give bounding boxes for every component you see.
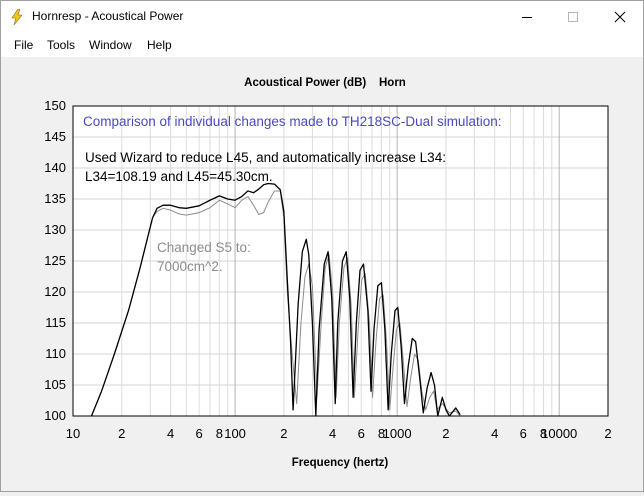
close-button[interactable] <box>597 1 643 33</box>
minimize-icon <box>522 17 532 18</box>
s5-note-line-2: 7000cm^2. <box>157 259 223 274</box>
menu-window[interactable]: Window <box>89 38 132 52</box>
chart-area: Acoustical Power (dB) Horn 100 105 110 115 1… <box>1 57 643 491</box>
comparison-heading: Comparison of individual changes made to… <box>83 114 501 129</box>
x-tick-label: 6 <box>520 426 527 441</box>
chart-title: Acoustical Power (dB) Horn <box>244 77 406 89</box>
y-tick-label: 135 <box>44 191 66 206</box>
s5-note-line-1: Changed S5 to: <box>157 240 251 255</box>
menu-help[interactable]: Help <box>147 38 172 52</box>
maximize-button[interactable] <box>550 1 596 33</box>
window-title: Hornresp - Acoustical Power <box>32 9 184 23</box>
y-tick-label: 100 <box>44 408 66 423</box>
y-tick-label: 115 <box>45 315 66 330</box>
y-tick-label: 110 <box>45 346 66 361</box>
x-tick-label: 6 <box>195 426 202 441</box>
lightning-bolt-icon <box>11 9 23 25</box>
menu-tools[interactable]: Tools <box>47 38 75 52</box>
maximize-icon <box>568 12 578 22</box>
y-tick-label: 125 <box>44 253 66 268</box>
minimize-button[interactable] <box>504 1 550 33</box>
x-tick-label: 4 <box>329 426 336 441</box>
y-tick-label: 150 <box>44 98 66 113</box>
close-icon <box>614 11 626 23</box>
x-tick-label: 2 <box>442 426 449 441</box>
x-tick-label: 2 <box>118 426 125 441</box>
y-tick-label: 105 <box>44 377 66 392</box>
menu-file[interactable]: File <box>14 38 33 52</box>
x-tick-label: 2 <box>280 426 287 441</box>
x-tick-label: 10000 <box>541 426 577 441</box>
hornresp-window: Hornresp - Acoustical Power File Tools W… <box>0 0 644 492</box>
acoustical-power-chart: Acoustical Power (dB) Horn 100 105 110 115 1… <box>44 77 611 469</box>
x-axis-label: Frequency (hertz) <box>292 457 389 469</box>
menu-bar: File Tools Window Help <box>1 33 643 57</box>
x-tick-label: 10 <box>66 426 80 441</box>
y-tick-label: 140 <box>44 160 66 175</box>
y-tick-label: 145 <box>44 129 66 144</box>
x-tick-label: 8 <box>216 426 223 441</box>
x-tick-label: 100 <box>224 426 246 441</box>
y-tick-label: 130 <box>44 222 66 237</box>
x-tick-label: 6 <box>358 426 365 441</box>
x-tick-label: 1000 <box>383 426 412 441</box>
wizard-note-line-1: Used Wizard to reduce L45, and automatic… <box>85 150 446 165</box>
y-tick-label: 120 <box>44 284 66 299</box>
wizard-note-line-2: L34=108.19 and L45=45.30cm. <box>85 169 273 184</box>
x-tick-label: 2 <box>604 426 611 441</box>
x-tick-label: 4 <box>491 426 498 441</box>
x-tick-label: 4 <box>167 426 174 441</box>
title-bar[interactable]: Hornresp - Acoustical Power <box>1 1 643 33</box>
